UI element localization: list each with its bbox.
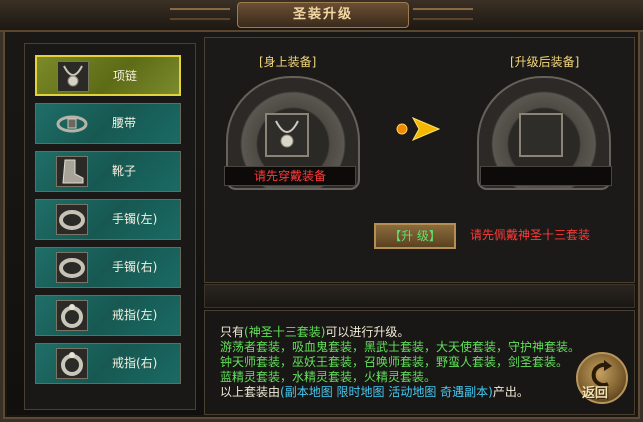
necklace-icon	[57, 61, 89, 92]
equip-item-label: 戒指(左)	[112, 308, 158, 322]
equip-item-ring-right[interactable]: 戒指(右)	[35, 343, 181, 384]
equip-item-necklace[interactable]: 项链	[35, 55, 181, 96]
equip-item-label: 戒指(右)	[112, 356, 158, 370]
current-equipment-status: 请先穿戴装备	[224, 166, 356, 186]
equip-item-bracelet-left[interactable]: 手镯(左)	[35, 199, 181, 240]
equip-item-label: 腰带	[112, 116, 137, 130]
ring-icon	[56, 348, 88, 379]
equip-item-ring-left[interactable]: 戒指(左)	[35, 295, 181, 336]
upgrade-warning: 请先佩戴神圣十三套装	[470, 228, 591, 242]
bracelet-icon	[56, 252, 88, 283]
title-bar: 圣装升级	[0, 0, 643, 32]
equip-item-belt[interactable]: 腰带	[35, 103, 181, 144]
arrow-right-icon	[396, 116, 441, 142]
boots-icon	[56, 156, 88, 187]
equipment-list-panel: 项链 腰带 靴子 手镯(左) 手镯(右) 戒指(左) 戒指(右)	[24, 43, 196, 410]
current-equipment-slot[interactable]	[265, 113, 309, 157]
equip-item-label: 项链	[113, 69, 138, 83]
equip-item-label: 手镯(左)	[112, 212, 158, 226]
equip-item-boots[interactable]: 靴子	[35, 151, 181, 192]
info-line-5: 以上套装由(副本地图 限时地图 活动地图 奇遇副本)产出。	[220, 385, 529, 399]
title-ornament-right	[413, 8, 473, 20]
back-button-label: 返回	[582, 386, 609, 401]
equip-item-bracelet-right[interactable]: 手镯(右)	[35, 247, 181, 288]
ring-icon	[56, 300, 88, 331]
window-title: 圣装升级	[237, 2, 409, 28]
necklace-icon	[275, 120, 299, 148]
result-equipment-status	[480, 166, 612, 186]
panel-divider	[204, 284, 635, 308]
result-equipment-label: [升级后装备]	[510, 55, 580, 69]
equip-item-label: 靴子	[112, 164, 137, 178]
result-equipment-slot	[519, 113, 563, 157]
upgrade-button[interactable]: 【升 级】	[374, 223, 456, 249]
current-equipment-label: [身上装备]	[259, 55, 317, 69]
belt-icon	[56, 108, 88, 139]
equip-item-label: 手镯(右)	[112, 260, 158, 274]
title-ornament-left	[170, 8, 230, 20]
bracelet-icon	[56, 204, 88, 235]
